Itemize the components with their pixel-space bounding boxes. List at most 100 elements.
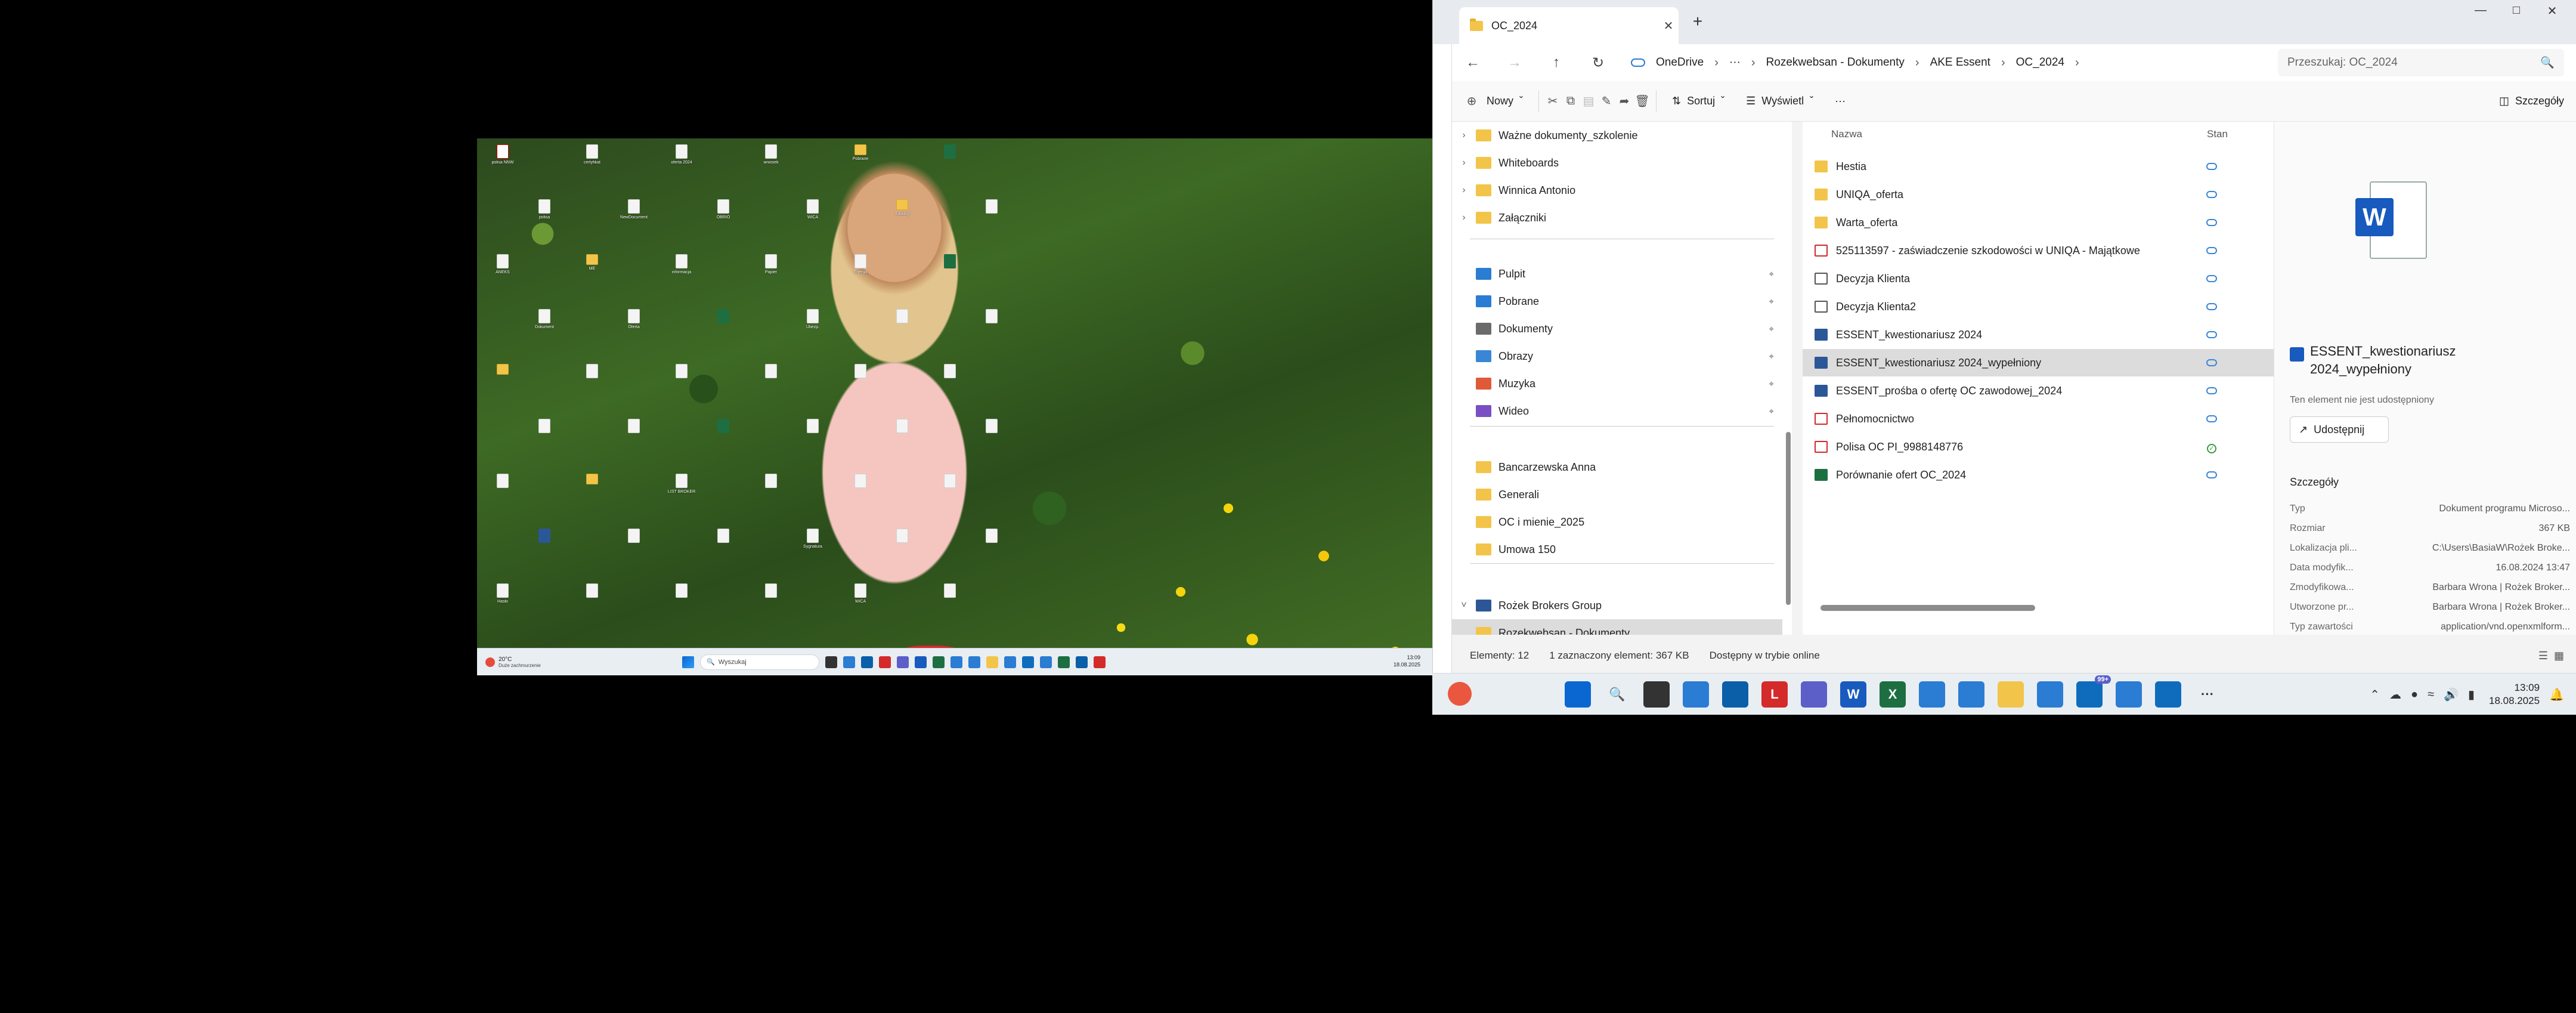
breadcrumb-oc2024[interactable]: OC_2024 bbox=[2016, 56, 2064, 69]
taskbar-search[interactable]: 🔍 Wyszukaj bbox=[700, 654, 819, 670]
search-input[interactable]: Przeszukaj: OC_2024 🔍 bbox=[2278, 49, 2564, 76]
breadcrumb-onedrive[interactable]: OneDrive bbox=[1656, 56, 1704, 69]
desktop-icon[interactable] bbox=[710, 529, 737, 545]
nav-item[interactable]: Generali bbox=[1452, 481, 1782, 508]
outlook-icon[interactable] bbox=[1022, 656, 1034, 668]
desktop-icon[interactable]: Ubezp. bbox=[799, 309, 826, 330]
desktop-icon[interactable]: Sygnatura bbox=[799, 529, 826, 549]
pin-icon[interactable]: ⌖ bbox=[1769, 406, 1774, 416]
nav-item[interactable]: ˅ Rożek Brokers Group bbox=[1452, 592, 1782, 619]
file-row[interactable]: Pełnomocnictwo bbox=[1803, 405, 2274, 433]
desktop-icon[interactable] bbox=[531, 529, 558, 545]
desktop-icon[interactable]: WICA bbox=[847, 583, 874, 604]
store-icon[interactable] bbox=[1722, 681, 1748, 708]
desktop-icon[interactable]: ANEKS bbox=[489, 254, 516, 275]
chevron-right-icon[interactable]: › bbox=[1452, 130, 1476, 141]
desktop-icon[interactable] bbox=[936, 583, 964, 600]
wifi-icon[interactable]: ≈ bbox=[2428, 688, 2434, 702]
desktop-icon[interactable] bbox=[936, 474, 964, 490]
desktop-icon[interactable]: polisa NNW bbox=[489, 144, 516, 165]
chevron-right-icon[interactable]: › bbox=[1452, 185, 1476, 196]
desktop-icon[interactable]: certyfikat bbox=[578, 144, 606, 165]
desktop-icon[interactable]: OBRIO bbox=[710, 199, 737, 220]
nav-item[interactable]: Umowa 150 bbox=[1452, 536, 1782, 563]
desktop-icon[interactable]: LIST BROKERSKI bbox=[668, 474, 695, 495]
app-icon-3[interactable] bbox=[2037, 681, 2063, 708]
nav-scrollbar[interactable] bbox=[1786, 432, 1791, 605]
file-row[interactable]: Polisa OC PI_9988148776 ✓ bbox=[1803, 433, 2274, 461]
breadcrumb-more[interactable]: ··· bbox=[1729, 56, 1741, 69]
file-row[interactable]: Porównanie ofert OC_2024 bbox=[1803, 461, 2274, 489]
nav-item[interactable]: Obrazy ⌖ bbox=[1452, 342, 1782, 370]
desktop-icon[interactable]: Energa bbox=[847, 254, 874, 275]
left-clock[interactable]: 13:09 18.08.2025 bbox=[1394, 654, 1420, 668]
app-icon-1[interactable] bbox=[1919, 681, 1945, 708]
desktop-icon[interactable] bbox=[757, 474, 785, 490]
explorer-icon[interactable] bbox=[986, 656, 998, 668]
copy-icon[interactable]: ⧉ bbox=[1562, 92, 1580, 110]
file-row[interactable]: ESSENT_prośba o ofertę OC zawodowej_2024 bbox=[1803, 377, 2274, 404]
desktop-icon[interactable] bbox=[489, 364, 516, 376]
app-icon-4[interactable] bbox=[2116, 681, 2142, 708]
notification-icon[interactable]: 🔔 bbox=[2549, 687, 2564, 702]
outlook-icon[interactable]: 99+ bbox=[2076, 675, 2111, 708]
nav-item[interactable]: OC i mienie_2025 bbox=[1452, 508, 1782, 536]
more-apps-icon[interactable]: ··· bbox=[2194, 681, 2221, 708]
paste-icon[interactable]: ▤ bbox=[1580, 92, 1597, 110]
excel-icon[interactable]: X bbox=[1880, 681, 1906, 708]
desktop-icon[interactable] bbox=[710, 419, 737, 435]
app-tray-icon[interactable]: ● bbox=[2411, 688, 2418, 702]
desktop-icon[interactable] bbox=[799, 419, 826, 435]
desktop-icon[interactable]: polisa bbox=[531, 199, 558, 220]
nav-item[interactable]: Dokumenty ⌖ bbox=[1452, 315, 1782, 342]
file-row[interactable]: ESSENT_kwestionariusz 2024_wypełniony bbox=[1803, 349, 2274, 376]
desktop-icon[interactable]: informacja bbox=[668, 254, 695, 275]
nav-item[interactable]: › Whiteboards bbox=[1452, 149, 1782, 177]
new-button[interactable]: ⊕ Nowy ˇ bbox=[1452, 81, 1534, 121]
explorer-icon[interactable] bbox=[1998, 681, 2024, 708]
file-row[interactable]: Decyzja Klienta2 bbox=[1803, 293, 2274, 320]
back-icon[interactable]: ← bbox=[1452, 54, 1494, 71]
pin-icon[interactable]: ⌖ bbox=[1769, 351, 1774, 362]
file-row[interactable]: UNIQA_oferta bbox=[1803, 181, 2274, 208]
sort-button[interactable]: ⇅ Sortuj ˇ bbox=[1661, 81, 1735, 121]
weather-widget[interactable]: 20°C Duże zachmurzenie bbox=[485, 656, 575, 668]
more-button[interactable]: ··· bbox=[1824, 81, 1856, 121]
desktop-icon[interactable] bbox=[847, 364, 874, 380]
desktop-icon[interactable] bbox=[978, 529, 1005, 545]
app-l-icon[interactable]: L bbox=[1761, 681, 1788, 708]
app-icon-3[interactable] bbox=[1004, 656, 1016, 668]
view-button[interactable]: ☰ Wyświetl ˇ bbox=[1735, 81, 1824, 121]
desktop-icon[interactable] bbox=[668, 364, 695, 380]
desktop-icon[interactable] bbox=[888, 309, 916, 325]
new-tab-button[interactable]: + bbox=[1686, 12, 1710, 31]
desktop-icon[interactable] bbox=[578, 583, 606, 600]
up-icon[interactable]: ↑ bbox=[1535, 54, 1577, 71]
word-icon[interactable]: W bbox=[1840, 681, 1866, 708]
chevron-right-icon[interactable]: › bbox=[1452, 157, 1476, 168]
file-row[interactable]: Warta_oferta bbox=[1803, 209, 2274, 236]
nav-item[interactable]: Pobrane ⌖ bbox=[1452, 288, 1782, 315]
file-row[interactable]: 525113597 - zaświadczenie szkodowości w … bbox=[1803, 237, 2274, 264]
desktop-icon[interactable] bbox=[578, 474, 606, 486]
minimize-icon[interactable]: — bbox=[2463, 4, 2498, 17]
desktop-icon[interactable] bbox=[978, 309, 1005, 325]
app-icon-5[interactable] bbox=[1058, 656, 1070, 668]
weather-icon[interactable] bbox=[1448, 682, 1472, 706]
edge-icon[interactable] bbox=[843, 656, 855, 668]
desktop-icon[interactable]: oferta 2024 bbox=[668, 144, 695, 165]
start-button[interactable] bbox=[682, 656, 694, 668]
desktop-icon[interactable] bbox=[757, 364, 785, 380]
chevron-right-icon[interactable]: › bbox=[1452, 212, 1476, 223]
desktop-icon[interactable] bbox=[578, 364, 606, 380]
desktop-icon[interactable]: ME bbox=[578, 254, 606, 271]
delete-icon[interactable]: 🗑 bbox=[1633, 92, 1651, 110]
onedrive-icon[interactable]: ☁ bbox=[2389, 687, 2401, 702]
close-tab-icon[interactable]: ✕ bbox=[1658, 18, 1679, 33]
desktop-icon[interactable]: Oferta bbox=[620, 309, 648, 330]
column-name[interactable]: Nazwa bbox=[1831, 128, 2207, 140]
teams-icon[interactable] bbox=[1801, 681, 1827, 708]
pin-icon[interactable]: ⌖ bbox=[1769, 269, 1774, 279]
maximize-icon[interactable]: □ bbox=[2498, 4, 2534, 17]
nav-item[interactable]: Wideo ⌖ bbox=[1452, 397, 1782, 425]
